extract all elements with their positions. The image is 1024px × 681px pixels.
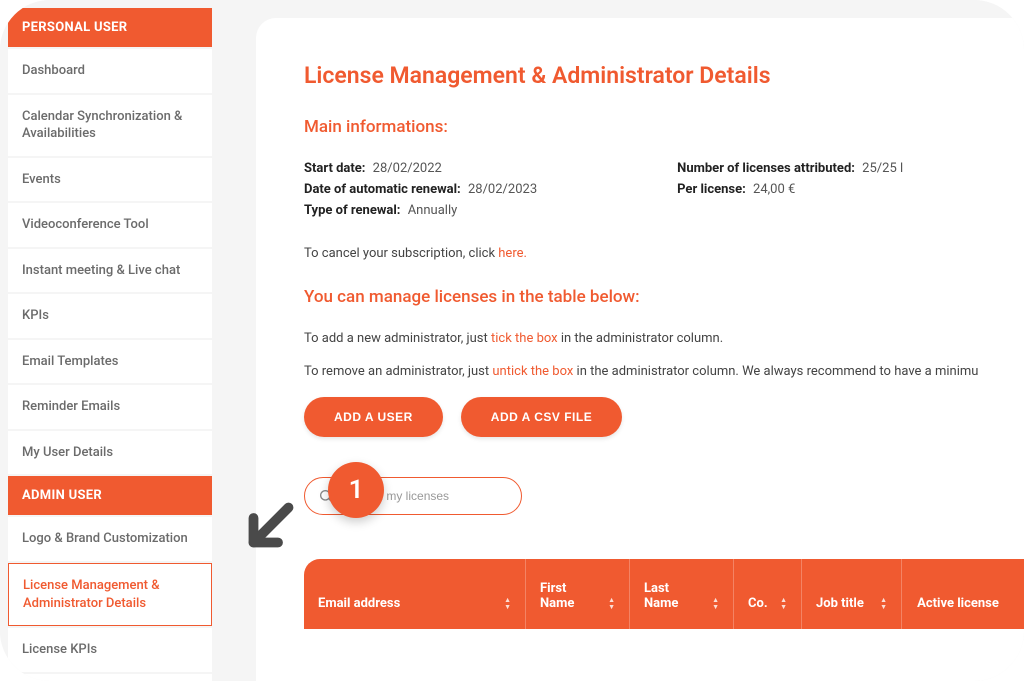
sidebar-item-license-kpis[interactable]: License KPIs xyxy=(8,628,212,672)
renewal-type-label: Type of renewal: xyxy=(304,203,400,218)
sidebar: PERSONAL USER Dashboard Calendar Synchro… xyxy=(0,0,220,681)
info-row: Start date: 28/02/2022 Date of automatic… xyxy=(304,161,1024,224)
manage-title: You can manage licenses in the table bel… xyxy=(304,287,1024,307)
info-right: Number of licenses attributed: 25/25 l P… xyxy=(677,161,903,224)
renewal-date-line: Date of automatic renewal: 28/02/2023 xyxy=(304,182,537,197)
th-first-name-label: First Name xyxy=(540,581,602,611)
licenses-attr-value: 25/25 l xyxy=(862,161,903,176)
cancel-link[interactable]: here. xyxy=(498,246,527,261)
sidebar-item-logo-brand[interactable]: Logo & Brand Customization xyxy=(8,517,212,561)
table-header: Email address ▲▼ First Name ▲▼ Last Name… xyxy=(304,559,1024,629)
sort-icon: ▲▼ xyxy=(504,597,511,611)
remove-admin-prefix: To remove an administrator, just xyxy=(304,364,492,379)
sidebar-item-dashboard[interactable]: Dashboard xyxy=(8,49,212,93)
arrow-icon xyxy=(236,490,306,560)
untick-box-link[interactable]: untick the box xyxy=(492,364,573,379)
renewal-date-value: 28/02/2023 xyxy=(468,182,537,197)
content-panel: License Management & Administrator Detai… xyxy=(256,18,1024,681)
add-admin-prefix: To add a new administrator, just xyxy=(304,331,491,346)
renewal-date-label: Date of automatic renewal: xyxy=(304,182,461,197)
info-left: Start date: 28/02/2022 Date of automatic… xyxy=(304,161,537,224)
th-first-name[interactable]: First Name ▲▼ xyxy=(526,559,630,629)
per-license-value: 24,00 € xyxy=(753,182,795,197)
sort-icon: ▲▼ xyxy=(780,597,787,611)
sidebar-item-calendar-sync[interactable]: Calendar Synchronization & Availabilitie… xyxy=(8,95,212,156)
sidebar-section-personal: PERSONAL USER xyxy=(8,8,212,47)
th-active-license-label: Active license xyxy=(917,596,999,611)
th-email[interactable]: Email address ▲▼ xyxy=(304,559,526,629)
add-user-button[interactable]: ADD A USER xyxy=(304,397,443,437)
th-last-name[interactable]: Last Name ▲▼ xyxy=(630,559,734,629)
th-company-label: Co. xyxy=(748,596,768,611)
sidebar-item-email-templates[interactable]: Email Templates xyxy=(8,340,212,384)
search-wrap xyxy=(304,477,1024,515)
th-job-title-label: Job title xyxy=(816,596,864,611)
per-license-label: Per license: xyxy=(677,182,746,197)
content-wrap: License Management & Administrator Detai… xyxy=(220,0,1024,681)
th-active-license[interactable]: Active license xyxy=(902,559,1014,629)
tick-box-link[interactable]: tick the box xyxy=(491,331,558,346)
app-frame: PERSONAL USER Dashboard Calendar Synchro… xyxy=(0,0,1024,681)
sidebar-item-videoconference[interactable]: Videoconference Tool xyxy=(8,203,212,247)
th-job-title[interactable]: Job title ▲▼ xyxy=(802,559,902,629)
sidebar-item-license-management[interactable]: License Management & Administrator Detai… xyxy=(8,563,212,626)
sort-icon: ▲▼ xyxy=(712,597,719,611)
sidebar-item-reminder-emails[interactable]: Reminder Emails xyxy=(8,385,212,429)
sidebar-item-events[interactable]: Events xyxy=(8,158,212,202)
sidebar-item-kpis[interactable]: KPIs xyxy=(8,294,212,338)
sidebar-item-instant-meeting[interactable]: Instant meeting & Live chat xyxy=(8,249,212,293)
start-date-value: 28/02/2022 xyxy=(373,161,442,176)
sidebar-item-my-user-details[interactable]: My User Details xyxy=(8,431,212,475)
add-csv-button[interactable]: ADD A CSV FILE xyxy=(461,397,622,437)
page-title: License Management & Administrator Detai… xyxy=(304,62,1024,89)
renewal-type-value: Annually xyxy=(408,203,458,218)
sidebar-item-analytics-platform[interactable]: Analytics platform xyxy=(8,674,212,681)
licenses-attr-line: Number of licenses attributed: 25/25 l xyxy=(677,161,903,176)
cancel-subscription-text: To cancel your subscription, click here. xyxy=(304,246,1024,261)
th-email-label: Email address xyxy=(318,596,400,611)
main-info-title: Main informations: xyxy=(304,117,1024,137)
sidebar-section-admin: ADMIN USER xyxy=(8,476,212,515)
remove-admin-suffix: in the administrator column. We always r… xyxy=(573,364,978,379)
sort-icon: ▲▼ xyxy=(880,597,887,611)
sort-icon: ▲▼ xyxy=(608,597,615,611)
licenses-attr-label: Number of licenses attributed: xyxy=(677,161,855,176)
button-row: ADD A USER ADD A CSV FILE xyxy=(304,397,1024,437)
callout-step-bubble: 1 xyxy=(328,462,384,518)
start-date-label: Start date: xyxy=(304,161,365,176)
start-date-line: Start date: 28/02/2022 xyxy=(304,161,537,176)
cancel-prefix: To cancel your subscription, click xyxy=(304,246,498,261)
th-company[interactable]: Co. ▲▼ xyxy=(734,559,802,629)
per-license-line: Per license: 24,00 € xyxy=(677,182,903,197)
renewal-type-line: Type of renewal: Annually xyxy=(304,203,537,218)
th-last-name-label: Last Name xyxy=(644,581,706,611)
add-admin-suffix: in the administrator column. xyxy=(558,331,724,346)
add-admin-text: To add a new administrator, just tick th… xyxy=(304,331,1024,346)
remove-admin-text: To remove an administrator, just untick … xyxy=(304,364,1024,379)
